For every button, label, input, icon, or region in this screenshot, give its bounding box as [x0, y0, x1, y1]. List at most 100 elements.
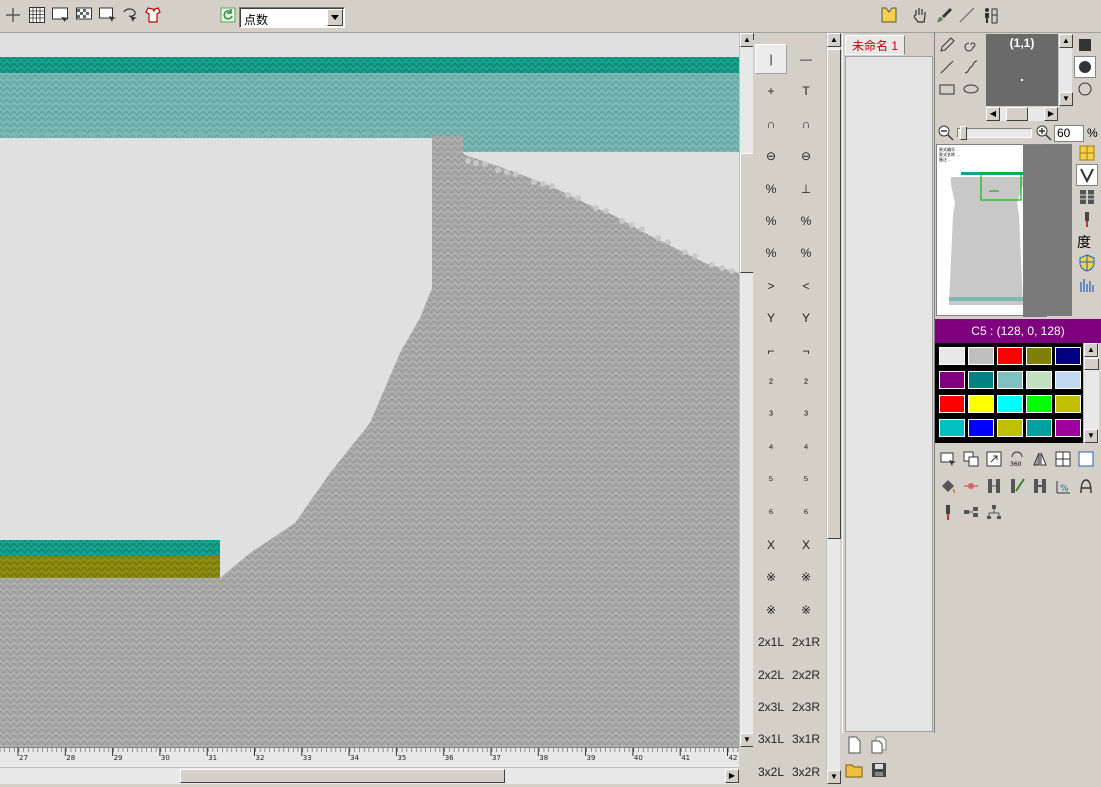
- crosshair-box-icon[interactable]: [1052, 448, 1074, 470]
- zoom-in-icon[interactable]: [1033, 122, 1055, 144]
- square-brush-icon[interactable]: [1074, 34, 1096, 56]
- stitch-symbol-0-1[interactable]: —: [790, 44, 822, 74]
- stitch-symbol-20-0[interactable]: 2x3L: [755, 692, 787, 722]
- horizontal-scroll-thumb[interactable]: [180, 769, 505, 783]
- stitch-symbol-12-1[interactable]: ⁴: [790, 433, 822, 463]
- stitch-symbol-15-0[interactable]: X: [755, 530, 787, 560]
- file-list[interactable]: [845, 56, 933, 732]
- column-fill-icon[interactable]: [983, 475, 1005, 497]
- stitch-symbol-18-1[interactable]: 2x1R: [790, 627, 822, 657]
- stitch-symbol-12-0[interactable]: ⁴: [755, 433, 787, 463]
- color-swatch[interactable]: [938, 394, 966, 414]
- stitch-symbol-13-1[interactable]: ⁵: [790, 465, 822, 495]
- zoom-input[interactable]: 60: [1054, 125, 1084, 142]
- stitch-symbol-16-1[interactable]: ※: [790, 562, 822, 592]
- stitch-palette-scrollbar[interactable]: ▲ ▼: [826, 33, 841, 784]
- checker-select-icon[interactable]: [73, 4, 95, 26]
- stitch-symbol-4-1[interactable]: ⊥: [790, 174, 822, 204]
- color-swatch[interactable]: [996, 394, 1024, 414]
- file-tab[interactable]: 未命名 1: [845, 35, 905, 55]
- stitch-symbol-2-0[interactable]: ∩: [755, 109, 787, 139]
- stitch-symbol-4-0[interactable]: %: [755, 174, 787, 204]
- column-pair-icon[interactable]: [1029, 475, 1051, 497]
- color-swatch[interactable]: [938, 418, 966, 438]
- scroll-right-arrow-icon[interactable]: ▶: [725, 769, 739, 783]
- pin-icon[interactable]: [1076, 208, 1098, 230]
- crosshair-icon[interactable]: [2, 4, 24, 26]
- color-swatch[interactable]: [1054, 346, 1082, 366]
- scroll-down-arrow-icon[interactable]: ▼: [1059, 92, 1073, 106]
- stitch-symbol-20-1[interactable]: 2x3R: [790, 692, 822, 722]
- stitch-symbol-19-0[interactable]: 2x2L: [755, 660, 787, 690]
- straight-line-icon[interactable]: [936, 56, 958, 78]
- stitch-symbol-2-1[interactable]: ∩: [790, 109, 822, 139]
- v-neck-icon[interactable]: [1076, 164, 1098, 186]
- zoom-slider[interactable]: [957, 126, 1032, 140]
- arrow-swap-icon[interactable]: [960, 475, 982, 497]
- grid-toggle-icon[interactable]: [1076, 142, 1098, 164]
- scroll-thumb[interactable]: [1006, 107, 1028, 121]
- save-icon[interactable]: [868, 759, 890, 781]
- color-swatch[interactable]: [1025, 418, 1053, 438]
- stitch-symbol-9-0[interactable]: ⌐: [755, 336, 787, 366]
- new-file-icon[interactable]: [843, 734, 865, 756]
- select-icon[interactable]: [937, 448, 959, 470]
- stitch-symbol-1-0[interactable]: +: [755, 76, 787, 106]
- stitch-symbol-21-1[interactable]: 3x1R: [790, 724, 822, 754]
- percent-icon[interactable]: %: [1052, 475, 1074, 497]
- select-corner-icon[interactable]: [96, 4, 118, 26]
- preview-v-scrollbar[interactable]: ▲ ▼: [1058, 34, 1073, 106]
- color-swatch[interactable]: [967, 418, 995, 438]
- stitch-symbol-6-1[interactable]: %: [790, 238, 822, 268]
- resize-icon[interactable]: [983, 448, 1005, 470]
- scroll-down-arrow-icon[interactable]: ▼: [740, 733, 754, 747]
- scroll-up-arrow-icon[interactable]: ▲: [1059, 34, 1073, 48]
- color-swatch[interactable]: [937, 369, 967, 391]
- split-icon[interactable]: [960, 501, 982, 523]
- brush-icon[interactable]: [933, 4, 955, 26]
- overview-scroll[interactable]: [1046, 144, 1072, 316]
- lasso-icon[interactable]: [119, 4, 141, 26]
- scroll-up-arrow-icon[interactable]: ▲: [740, 33, 754, 47]
- stitch-symbol-16-0[interactable]: ※: [755, 562, 787, 592]
- color-swatch[interactable]: [967, 346, 995, 366]
- stitch-symbol-5-1[interactable]: %: [790, 206, 822, 236]
- ellipse-icon[interactable]: [960, 78, 982, 100]
- figure-icon[interactable]: [979, 4, 1001, 26]
- color-swatch[interactable]: [1025, 370, 1053, 390]
- scroll-thumb[interactable]: [827, 49, 841, 539]
- pen-column-icon[interactable]: [1006, 475, 1028, 497]
- columns-icon[interactable]: [1076, 186, 1098, 208]
- garment-overview[interactable]: 款式编号 ... 款式名称 ... 备注 ...: [936, 144, 1047, 317]
- color-swatch[interactable]: [938, 346, 966, 366]
- stitch-symbol-7-1[interactable]: <: [790, 271, 822, 301]
- canvas-horizontal-scrollbar[interactable]: ▶: [0, 767, 739, 784]
- color-swatch[interactable]: [967, 370, 995, 390]
- stitch-symbol-0-0[interactable]: |: [755, 44, 787, 74]
- vest-icon[interactable]: [878, 4, 900, 26]
- text-tool-icon[interactable]: [1075, 475, 1097, 497]
- pencil-icon[interactable]: [936, 34, 958, 56]
- stitch-symbol-8-1[interactable]: Y: [790, 303, 822, 333]
- canvas-vertical-scrollbar[interactable]: ▲ ▼: [739, 33, 754, 747]
- hollow-brush-icon[interactable]: [1074, 78, 1096, 100]
- stitch-symbol-10-0[interactable]: ²: [755, 368, 787, 398]
- stitch-symbol-3-1[interactable]: ⊖: [790, 141, 822, 171]
- color-swatch[interactable]: [1054, 394, 1082, 414]
- stitch-symbol-1-1[interactable]: T: [790, 76, 822, 106]
- scroll-down-arrow-icon[interactable]: ▼: [827, 770, 841, 784]
- scroll-thumb[interactable]: [1084, 358, 1099, 370]
- stitch-symbol-13-0[interactable]: ⁵: [755, 465, 787, 495]
- marker-icon[interactable]: [937, 501, 959, 523]
- stitch-symbol-17-0[interactable]: ※: [755, 595, 787, 625]
- color-swatch[interactable]: [1054, 370, 1082, 390]
- stitch-symbol-7-0[interactable]: >: [755, 271, 787, 301]
- stitch-symbol-9-1[interactable]: ¬: [790, 336, 822, 366]
- scroll-right-arrow-icon[interactable]: ▶: [1044, 107, 1058, 121]
- round-brush-icon[interactable]: [1074, 56, 1096, 78]
- scroll-thumb[interactable]: [740, 153, 754, 273]
- stitch-symbol-17-1[interactable]: ※: [790, 595, 822, 625]
- stitch-symbol-22-0[interactable]: 3x2L: [755, 757, 787, 787]
- color-swatch[interactable]: [1025, 346, 1053, 366]
- stitch-symbol-21-0[interactable]: 3x1L: [755, 724, 787, 754]
